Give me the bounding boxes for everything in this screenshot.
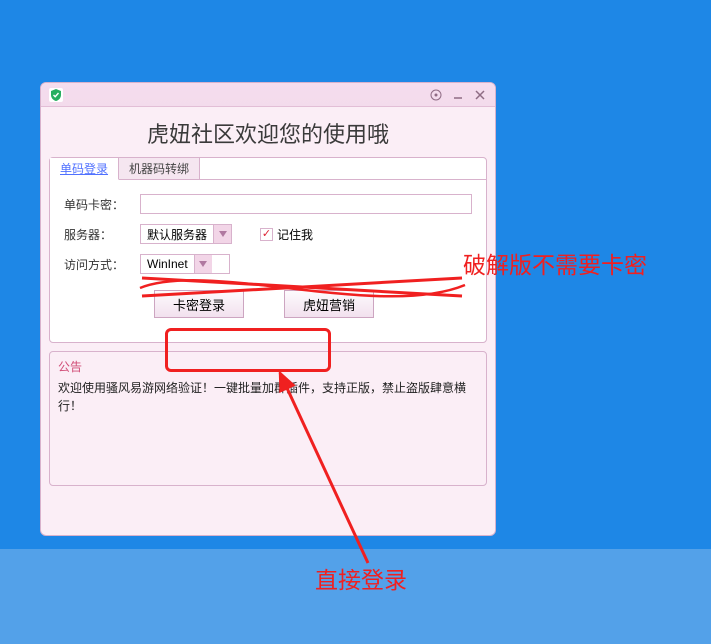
login-panel: 单码登录 机器码转绑 单码卡密： 服务器： 默认服务器 记住我 访问方式： <box>49 157 487 343</box>
annotation-red-box <box>165 328 331 372</box>
chevron-down-icon <box>194 255 212 273</box>
settings-button[interactable] <box>429 88 443 102</box>
marketing-button[interactable]: 虎妞营销 <box>284 290 374 318</box>
login-window: 虎妞社区欢迎您的使用哦 单码登录 机器码转绑 单码卡密： 服务器： 默认服务器 … <box>40 82 496 536</box>
announcement-text: 欢迎使用骚风易游网络验证！一键批量加群插件，支持正版，禁止盗版肆意横行！ <box>58 379 478 415</box>
checkbox-icon <box>260 228 273 241</box>
close-button[interactable] <box>473 88 487 102</box>
access-combo[interactable]: WinInet <box>140 254 230 274</box>
remember-checkbox[interactable]: 记住我 <box>260 226 313 243</box>
titlebar <box>41 83 495 107</box>
tab-login[interactable]: 单码登录 <box>50 158 119 180</box>
server-value: 默认服务器 <box>147 226 207 243</box>
shield-icon <box>49 88 63 102</box>
card-label: 单码卡密： <box>64 196 132 213</box>
chevron-down-icon <box>213 225 231 243</box>
tab-rebind[interactable]: 机器码转绑 <box>119 158 200 179</box>
access-label: 访问方式： <box>64 256 132 273</box>
server-combo[interactable]: 默认服务器 <box>140 224 232 244</box>
headline: 虎妞社区欢迎您的使用哦 <box>41 107 495 157</box>
login-button[interactable]: 卡密登录 <box>154 290 244 318</box>
server-label: 服务器： <box>64 226 132 243</box>
card-input[interactable] <box>140 194 472 214</box>
minimize-button[interactable] <box>451 88 465 102</box>
remember-label: 记住我 <box>277 226 313 243</box>
access-value: WinInet <box>147 257 188 271</box>
